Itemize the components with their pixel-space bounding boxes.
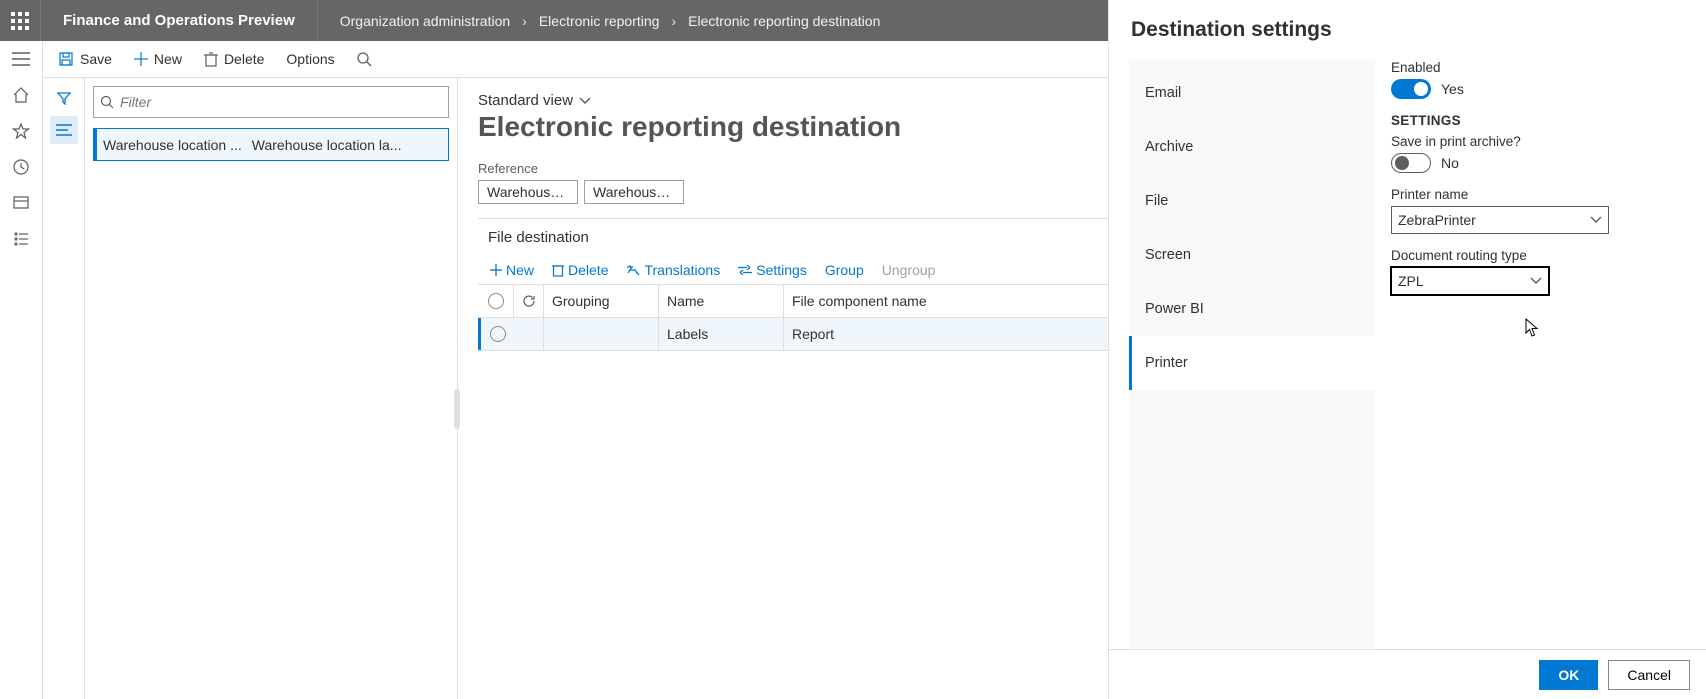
grid-ungroup-button: Ungroup [882, 262, 936, 278]
view-label: Standard view [478, 92, 573, 109]
reference-value[interactable]: Warehouse l... [478, 180, 578, 204]
grid-delete-button[interactable]: Delete [552, 262, 608, 278]
cell-name: Labels [659, 318, 784, 350]
save-button[interactable]: Save [48, 47, 122, 71]
tab-archive[interactable]: Archive [1129, 120, 1375, 174]
new-button[interactable]: New [124, 47, 192, 71]
workspace-icon[interactable] [11, 193, 31, 213]
search-icon [100, 95, 114, 109]
clock-icon[interactable] [11, 157, 31, 177]
nav-rail [0, 41, 43, 699]
settings-heading: SETTINGS [1391, 113, 1686, 128]
ok-button[interactable]: OK [1539, 660, 1598, 690]
grid-translations-button[interactable]: Translations [626, 262, 720, 278]
filter-input[interactable] [120, 94, 442, 110]
breadcrumb-item[interactable]: Electronic reporting [539, 13, 660, 29]
refresh-icon[interactable] [522, 294, 536, 308]
printer-name-value: ZebraPrinter [1398, 212, 1476, 228]
tab-powerbi[interactable]: Power BI [1129, 282, 1375, 336]
splitter-handle[interactable] [454, 389, 460, 429]
save-archive-label: Save in print archive? [1391, 134, 1686, 149]
filter-input-wrapper[interactable] [93, 86, 449, 118]
search-button[interactable] [347, 48, 382, 71]
tab-file[interactable]: File [1129, 174, 1375, 228]
chevron-down-icon [579, 97, 591, 105]
breadcrumb-item[interactable]: Organization administration [340, 13, 510, 29]
list-tab-icon[interactable] [50, 116, 78, 144]
save-label: Save [80, 51, 112, 67]
home-icon[interactable] [11, 85, 31, 105]
routing-label: Document routing type [1391, 248, 1686, 263]
enabled-value: Yes [1441, 81, 1464, 97]
list-item-text-a: Warehouse location ... [103, 137, 242, 153]
grid-group-button[interactable]: Group [825, 262, 864, 278]
list-pane: Warehouse location ... Warehouse locatio… [85, 78, 458, 699]
col-grouping[interactable]: Grouping [544, 285, 659, 317]
modules-icon[interactable] [11, 229, 31, 249]
routing-dropdown[interactable]: ZPL [1391, 267, 1549, 295]
destination-settings-panel: Destination settings Email Archive File … [1108, 0, 1706, 699]
delete-label: Delete [224, 51, 264, 67]
tab-printer[interactable]: Printer [1129, 336, 1375, 390]
list-item-text-b: Warehouse location la... [252, 137, 442, 153]
grid-new-button[interactable]: New [490, 262, 534, 278]
vertical-tabstrip [43, 78, 85, 699]
waffle-icon[interactable] [0, 0, 41, 41]
save-archive-toggle[interactable] [1391, 153, 1431, 173]
chevron-right-icon: › [671, 13, 676, 29]
chevron-down-icon [1590, 216, 1602, 224]
reference-value[interactable]: Warehouse l... [584, 180, 684, 204]
row-select-checkbox[interactable] [490, 326, 506, 342]
breadcrumb: Organization administration › Electronic… [318, 13, 881, 29]
panel-footer: OK Cancel [1109, 649, 1706, 699]
hamburger-icon[interactable] [11, 49, 31, 69]
enabled-label: Enabled [1391, 60, 1686, 75]
new-label: New [154, 51, 182, 67]
routing-value: ZPL [1398, 273, 1424, 289]
enabled-toggle[interactable] [1391, 79, 1431, 99]
panel-form: Enabled Yes SETTINGS Save in print archi… [1375, 60, 1686, 649]
printer-name-label: Printer name [1391, 187, 1686, 202]
list-item[interactable]: Warehouse location ... Warehouse locatio… [93, 128, 449, 161]
cell-grouping [544, 318, 659, 350]
panel-title: Destination settings [1109, 0, 1706, 60]
app-title: Finance and Operations Preview [41, 0, 318, 41]
star-icon[interactable] [11, 121, 31, 141]
filter-tab-icon[interactable] [50, 84, 78, 112]
save-archive-value: No [1441, 155, 1459, 171]
options-label: Options [286, 51, 334, 67]
chevron-right-icon: › [522, 13, 527, 29]
options-button[interactable]: Options [276, 47, 344, 71]
printer-name-dropdown[interactable]: ZebraPrinter [1391, 206, 1609, 234]
delete-button[interactable]: Delete [194, 47, 274, 71]
col-name[interactable]: Name [659, 285, 784, 317]
grid-settings-button[interactable]: Settings [738, 262, 807, 278]
breadcrumb-item[interactable]: Electronic reporting destination [688, 13, 880, 29]
tab-email[interactable]: Email [1129, 66, 1375, 120]
chevron-down-icon [1530, 277, 1542, 285]
panel-tab-list: Email Archive File Screen Power BI Print… [1129, 60, 1375, 649]
cancel-button[interactable]: Cancel [1608, 660, 1690, 690]
select-all-checkbox[interactable] [488, 293, 504, 309]
tab-screen[interactable]: Screen [1129, 228, 1375, 282]
